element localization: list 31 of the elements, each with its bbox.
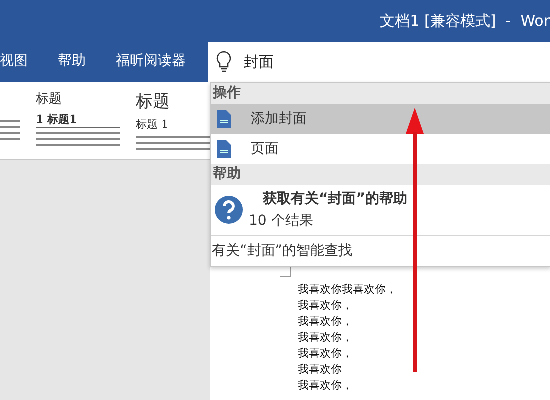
menu-item[interactable]: 页面 [211,134,550,164]
ribbon-tab[interactable]: 帮助 [58,52,86,70]
lightbulb-icon [216,51,232,73]
thumbnail-heading: 标题 [136,91,171,113]
thumbnail-subheading: 1 标题1 [36,112,120,128]
result-count: 10 个结果 [249,212,314,230]
smart-lookup-link[interactable]: 有关“封面”的智能查找 [211,236,550,266]
style-thumbnail[interactable]: 标题 标题 1 [136,90,210,159]
document-line: 我喜欢你 [298,362,343,378]
window-title: 文档1 [兼容模式] - Wor [380,12,550,30]
style-thumbnail[interactable]: 标题 1 标题1 [36,90,120,159]
document-line: 我喜欢你我喜欢你， [298,282,397,298]
menu-item-label: 页面 [251,140,279,158]
document-line: 我喜欢你， [298,314,354,330]
document-line: 我喜欢你， [298,298,354,314]
menu-item-label: 添加封面 [251,110,307,128]
menu-item[interactable]: 添加封面 [211,104,550,134]
document-line: 我喜欢你， [298,378,354,394]
thumbnail-subheading: 标题 1 [136,117,170,132]
question-icon [215,196,243,224]
ribbon-tab[interactable]: 福昕阅读器 [116,52,186,70]
tell-me-search-field[interactable]: 封面 [208,42,550,82]
ribbon-tab[interactable]: 视图 [0,52,28,70]
document-line: 我喜欢你， [298,346,354,362]
document-icon [217,110,231,128]
document-icon [217,140,231,158]
document-line: 我喜欢你， [298,330,354,346]
thumbnail-heading: 标题 [36,91,63,108]
section-header: 操作 [211,83,550,104]
help-title: 获取有关“封面”的帮助 [262,190,408,208]
section-header: 帮助 [211,164,550,185]
